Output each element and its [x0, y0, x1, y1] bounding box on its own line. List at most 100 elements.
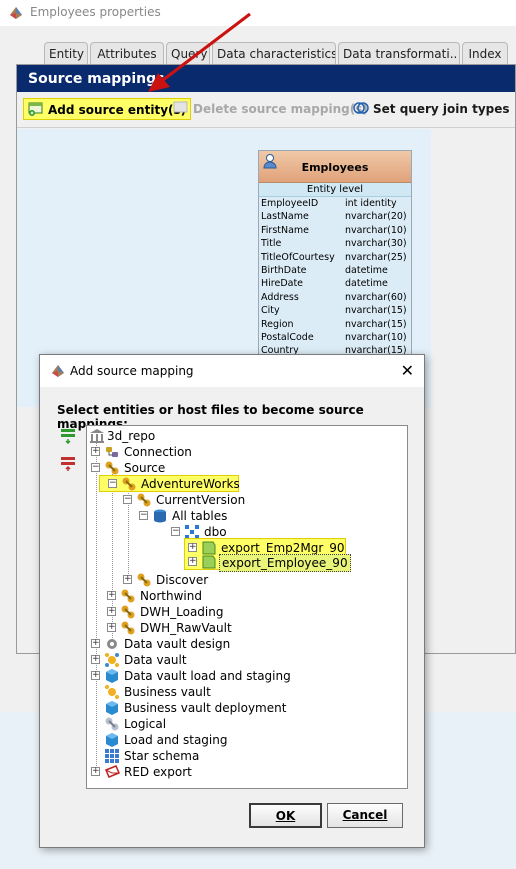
- tree-label-selected: export_Employee_90: [219, 554, 351, 572]
- collapse-all-icon[interactable]: [61, 456, 75, 472]
- entity-column-row: LastName nvarchar(20): [259, 210, 411, 223]
- window-title: Employees properties: [30, 5, 161, 19]
- column-name: FirstName: [261, 224, 310, 236]
- entity-name: Employees: [301, 161, 369, 174]
- column-type: nvarchar(10): [345, 224, 407, 236]
- collapse-minus-icon[interactable]: −: [91, 463, 100, 472]
- expand-all-icon[interactable]: [61, 428, 75, 444]
- export-icon: [105, 765, 120, 778]
- collapse-minus-icon[interactable]: −: [139, 511, 148, 520]
- version-icon: [137, 493, 151, 507]
- tree-label: Data vault: [124, 653, 187, 667]
- expand-plus-icon[interactable]: +: [91, 767, 100, 776]
- add-source-entity-button[interactable]: Add source entity(s): [23, 98, 192, 120]
- column-name: Region: [261, 318, 294, 330]
- tab-attributes[interactable]: Attributes: [90, 42, 164, 64]
- connection-icon: [106, 447, 118, 457]
- source-tree[interactable]: 3d_repo + Connection − Source − Adventur…: [86, 425, 408, 789]
- entity-column-row: PostalCode nvarchar(10): [259, 331, 411, 344]
- tree-label: Logical: [124, 717, 167, 731]
- entity-column-row: Region nvarchar(15): [259, 318, 411, 331]
- add-source-mapping-dialog: Add source mapping ✕ Select entities or …: [39, 354, 425, 848]
- delete-source-mapping-button[interactable]: Delete source mapping(s): [169, 98, 372, 120]
- tab-index[interactable]: Index: [462, 42, 508, 64]
- column-type: nvarchar(15): [345, 305, 407, 317]
- tree-label: Discover: [156, 573, 209, 587]
- entity-column-row: Address nvarchar(60): [259, 291, 411, 304]
- column-type: datetime: [345, 264, 388, 276]
- entity-column-row: Title nvarchar(30): [259, 237, 411, 250]
- window-title-bar: Employees properties: [0, 0, 516, 26]
- app-logo-icon: [10, 7, 22, 19]
- tables-icon: [154, 509, 166, 523]
- column-type: nvarchar(10): [345, 331, 407, 343]
- tree-label: Business vault: [124, 685, 211, 699]
- tab-data-transformations[interactable]: Data transformati..: [338, 42, 460, 64]
- entity-columns: EmployeeID int identity LastName nvarchar(2…: [259, 197, 411, 358]
- ok-button[interactable]: OK: [249, 803, 322, 828]
- entity-level-label: Entity level: [259, 183, 411, 197]
- close-icon[interactable]: ✕: [401, 361, 414, 380]
- expand-plus-icon[interactable]: +: [188, 557, 197, 566]
- column-name: LastName: [261, 211, 309, 223]
- cancel-button[interactable]: Cancel: [327, 803, 403, 828]
- column-type: nvarchar(20): [345, 211, 407, 223]
- tree-node-adventureworks[interactable]: − AdventureWorks: [99, 475, 240, 492]
- tab-data-characteristics[interactable]: Data characteristics: [212, 42, 336, 64]
- cube-icon: [106, 733, 118, 747]
- tree-label: Source: [124, 461, 166, 475]
- tab-entity[interactable]: Entity: [44, 42, 88, 64]
- tab-query[interactable]: Query: [166, 42, 210, 64]
- database-icon: [122, 477, 136, 491]
- tree-label: 3d_repo: [107, 429, 156, 443]
- repository-icon: [90, 429, 104, 443]
- set-query-join-types-button[interactable]: Set query join types: [349, 98, 514, 120]
- tree-guide-line: [96, 442, 97, 770]
- table-icon: [202, 555, 216, 569]
- column-type: nvarchar(60): [345, 291, 407, 303]
- tree-label: Load and staging: [124, 733, 228, 747]
- database-icon: [121, 605, 135, 619]
- source-icon: [105, 461, 119, 475]
- dialog-title-bar: Add source mapping ✕: [40, 355, 424, 387]
- tree-label: Star schema: [124, 749, 200, 763]
- column-type: nvarchar(30): [345, 238, 407, 250]
- app-logo-icon: [52, 365, 64, 377]
- expand-plus-icon[interactable]: +: [91, 655, 100, 664]
- delete-mapping-icon: [173, 101, 188, 113]
- column-name: TitleOfCourtesy: [261, 251, 335, 263]
- expand-plus-icon[interactable]: +: [91, 639, 100, 648]
- expand-plus-icon[interactable]: +: [107, 591, 116, 600]
- collapse-minus-icon[interactable]: −: [123, 495, 132, 504]
- grid-icon: [105, 749, 119, 763]
- tree-label: CurrentVersion: [156, 493, 246, 507]
- gear-icon: [107, 639, 117, 649]
- expand-plus-icon[interactable]: +: [188, 543, 197, 552]
- expand-plus-icon[interactable]: +: [91, 447, 100, 456]
- tree-label: DWH_RawVault: [140, 621, 232, 635]
- tree-label: Business vault deployment: [124, 701, 287, 715]
- logical-icon: [105, 717, 119, 731]
- data-vault-icon: [105, 653, 119, 667]
- entity-column-row: TitleOfCourtesy nvarchar(25): [259, 251, 411, 264]
- business-vault-icon: [105, 685, 119, 699]
- tree-guide-line: [112, 474, 113, 642]
- toolbar: Add source entity(s) Delete source mappi…: [17, 92, 515, 128]
- column-name: BirthDate: [261, 264, 307, 276]
- entity-column-row: FirstName nvarchar(10): [259, 224, 411, 237]
- panel-title: Source mappings: [17, 65, 515, 92]
- expand-plus-icon[interactable]: +: [107, 623, 116, 632]
- expand-plus-icon[interactable]: +: [91, 671, 100, 680]
- column-name: EmployeeID: [261, 198, 319, 209]
- entity-card[interactable]: Employees Entity level EmployeeID int ide…: [258, 150, 412, 360]
- collapse-minus-icon[interactable]: −: [171, 527, 180, 536]
- tree-label: All tables: [172, 509, 228, 523]
- column-type: int identity: [345, 198, 397, 209]
- person-icon: [263, 154, 277, 169]
- entity-column-row: City nvarchar(15): [259, 304, 411, 317]
- collapse-minus-icon[interactable]: −: [108, 479, 117, 488]
- add-source-entity-label: Add source entity(s): [48, 103, 187, 117]
- expand-plus-icon[interactable]: +: [107, 607, 116, 616]
- set-query-join-types-label: Set query join types: [373, 102, 510, 116]
- expand-plus-icon[interactable]: +: [123, 575, 132, 584]
